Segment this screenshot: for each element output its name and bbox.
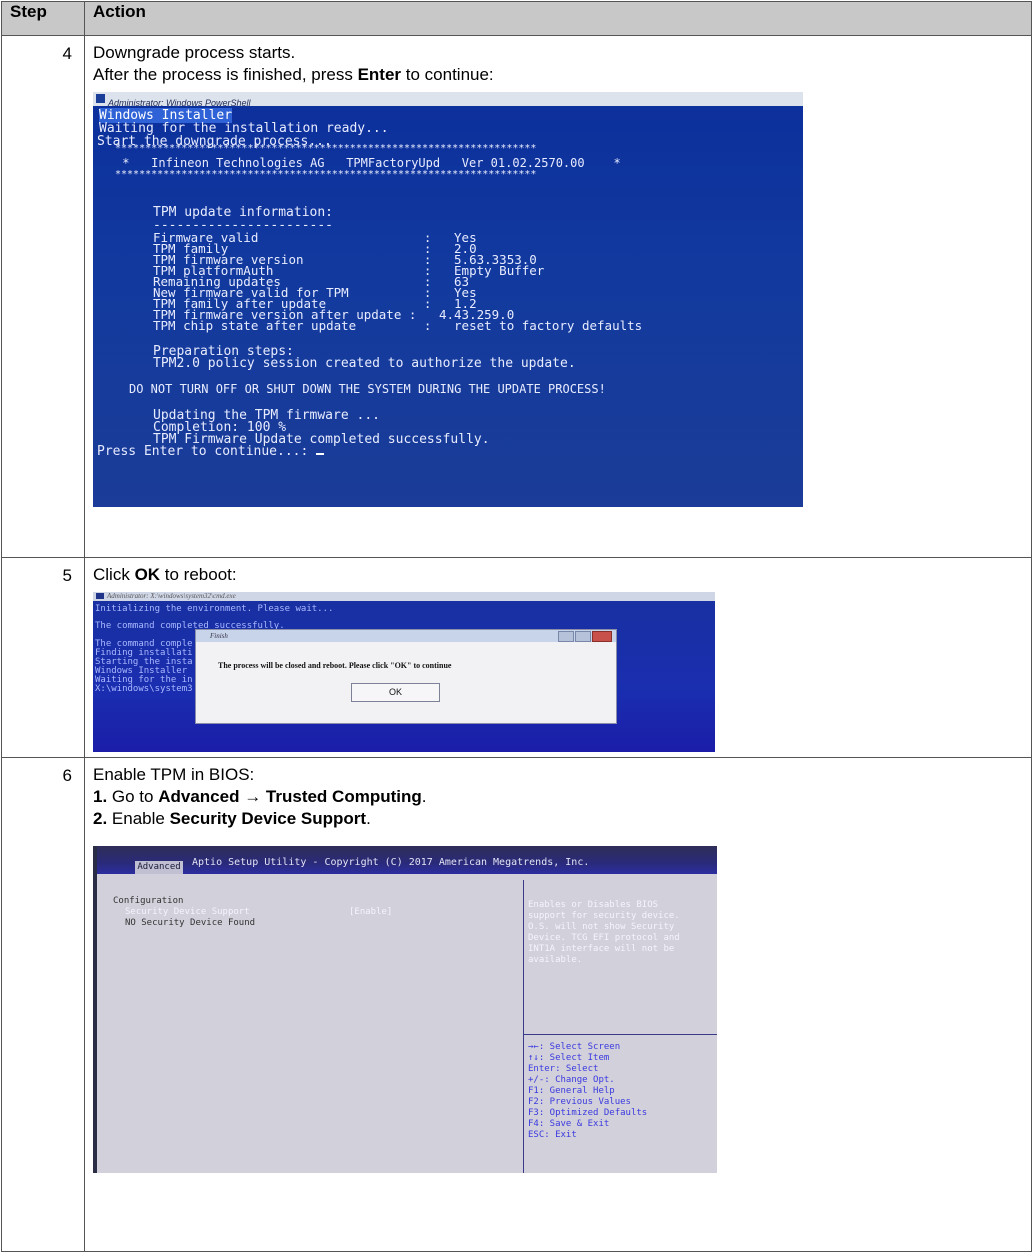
key-hint: Enter: Select [528, 1064, 599, 1074]
action-cell: Downgrade process starts. After the proc… [84, 35, 1032, 558]
finish-dialog-screenshot: Administrator: X:\windows\system32\cmd.e… [93, 592, 715, 752]
list-number: 1. [93, 787, 108, 806]
console-line: ****************************************… [115, 143, 537, 154]
finish-dialog: Finish The process will be closed and re… [195, 629, 617, 724]
menu-path: Advanced → Trusted Computing [158, 787, 422, 806]
table-row: 5 Click OK to reboot: Administrator: X:\… [1, 557, 1032, 758]
key-hint: →←: Select Screen [528, 1042, 621, 1052]
security-device-support-value[interactable]: [Enable] [349, 907, 392, 918]
console-line: TPM chip state after update : reset to f… [153, 318, 643, 333]
maximize-icon[interactable] [575, 631, 591, 642]
action-text: Downgrade process starts. [93, 43, 296, 62]
step-number: 5 [1, 557, 85, 758]
window-title: Administrator: Windows PowerShell [108, 98, 251, 108]
powershell-titlebar: Administrator: Windows PowerShell [93, 92, 803, 108]
action-text-part: Go to [107, 787, 159, 806]
table-row: 4 Downgrade process starts. After the pr… [1, 35, 1032, 558]
action-text-part: After the process is finished, press [93, 65, 358, 84]
device-status: NO Security Device Found [125, 918, 256, 928]
close-icon[interactable] [592, 631, 612, 642]
console-warning: DO NOT TURN OFF OR SHUT DOWN THE SYSTEM … [129, 382, 606, 396]
console-line: Initializing the environment. Please wai… [95, 604, 334, 614]
help-text: O.S. will not show Security [528, 922, 675, 932]
minimize-icon[interactable] [558, 631, 574, 642]
help-text: Enables or Disables BIOS [528, 900, 659, 910]
console-prompt: Press Enter to continue...: [97, 444, 325, 459]
action-text-part: to continue: [401, 65, 494, 84]
action-text: Click OK to reboot: [93, 564, 1023, 586]
step-number: 4 [1, 35, 85, 558]
action-cell: Enable TPM in BIOS: 1. Go to Advanced → … [84, 757, 1032, 1252]
step-number: 6 [1, 757, 85, 1252]
action-text: Enable TPM in BIOS: [93, 765, 255, 784]
bios-title: Aptio Setup Utility - Copyright (C) 2017… [192, 857, 590, 868]
action-text-part: Enable [107, 809, 170, 828]
list-item: 1. Go to Advanced → Trusted Computing. [93, 786, 1023, 808]
dialog-titlebar: Finish [196, 630, 616, 642]
key-hint: F1: General Help [528, 1086, 615, 1096]
section-heading: Configuration [113, 896, 184, 906]
powershell-icon [96, 94, 105, 103]
action-text-part: Click [93, 565, 135, 584]
action-text-part: . [421, 787, 427, 806]
list-item: 2. Enable Security Device Support. [93, 808, 1023, 830]
action-text-part: . [366, 809, 371, 828]
help-text: INT1A interface will not be [528, 944, 675, 954]
key-hint: +/-: Change Opt. [528, 1075, 615, 1085]
list-number: 2. [93, 809, 108, 828]
table-row: 6 Enable TPM in BIOS: 1. Go to Advanced … [1, 757, 1032, 1252]
steps-table: Step Action 4 Downgrade process starts. … [1, 1, 1032, 1252]
tab-advanced[interactable]: Advanced [135, 861, 183, 874]
divider [523, 880, 524, 1173]
cmd-titlebar: Administrator: X:\windows\system32\cmd.e… [93, 592, 715, 601]
key-hint: ↑↓: Select Item [528, 1053, 610, 1063]
console-line: ****************************************… [115, 169, 537, 180]
bios-screenshot: Aptio Setup Utility - Copyright (C) 2017… [93, 846, 717, 1173]
help-text: Device. TCG EFI protocol and [528, 933, 680, 943]
console-line: TPM2.0 policy session created to authori… [153, 356, 576, 371]
help-text: support for security device. [528, 911, 680, 921]
action-text: After the process is finished, press Ent… [93, 64, 1023, 86]
key-hint: F2: Previous Values [528, 1097, 631, 1107]
key-hint: F3: Optimized Defaults [528, 1108, 648, 1118]
action-column-header: Action [84, 1, 1032, 36]
dialog-message: The process will be closed and reboot. P… [218, 661, 452, 670]
action-cell: Click OK to reboot: Administrator: X:\wi… [84, 557, 1032, 758]
security-device-support-item[interactable]: Security Device Support [125, 907, 250, 918]
ok-button[interactable]: OK [351, 683, 440, 702]
window-title: Administrator: X:\windows\system32\cmd.e… [107, 592, 236, 600]
table-header-row: Step Action [1, 1, 1032, 36]
cmd-icon [96, 593, 104, 599]
divider [524, 1034, 717, 1035]
setting-name: Security Device Support [169, 809, 367, 828]
prompt-text: Press Enter to continue...: [97, 444, 317, 459]
action-text-part: to reboot: [160, 565, 237, 584]
powershell-screenshot: Administrator: Windows PowerShell Window… [93, 92, 803, 507]
step-column-header: Step [1, 1, 85, 36]
console-line: X:\windows\system3 [95, 684, 193, 694]
window-controls [557, 631, 612, 646]
key-hint: ESC: Exit [528, 1130, 577, 1140]
dialog-title: Finish [210, 632, 228, 640]
help-text: available. [528, 955, 583, 965]
text-cursor [316, 453, 325, 455]
key-name: Enter [357, 65, 402, 84]
button-name: OK [134, 565, 161, 584]
key-hint: F4: Save & Exit [528, 1119, 610, 1129]
